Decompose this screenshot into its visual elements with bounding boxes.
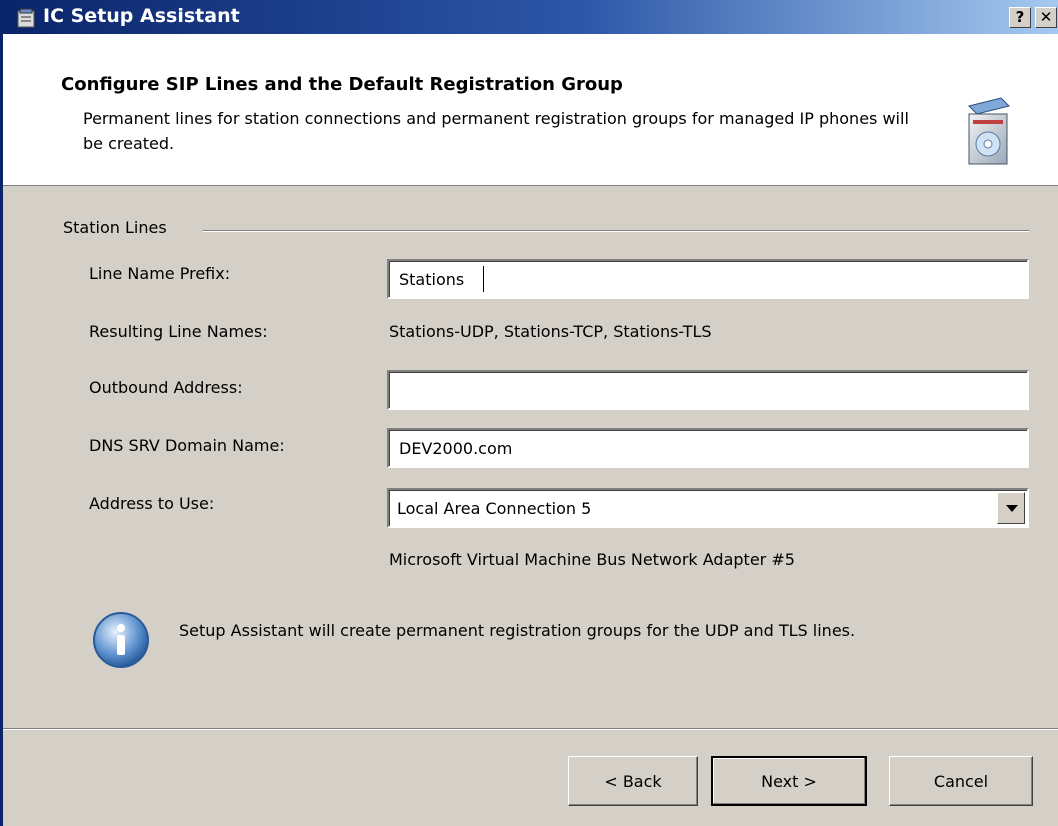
address-selected-value: Local Area Connection 5 bbox=[397, 499, 592, 518]
line-name-prefix-label: Line Name Prefix: bbox=[89, 264, 231, 283]
setup-assistant-app-icon bbox=[17, 8, 35, 28]
window-title: IC Setup Assistant bbox=[43, 5, 240, 27]
dropdown-arrow-button[interactable] bbox=[997, 492, 1025, 524]
page-description: Permanent lines for station connections … bbox=[83, 109, 909, 153]
wizard-header: Configure SIP Lines and the Default Regi… bbox=[3, 34, 1058, 186]
help-button[interactable]: ? bbox=[1009, 7, 1031, 28]
setup-assistant-window: IC Setup Assistant ? ✕ Configure SIP Lin… bbox=[0, 0, 1058, 826]
station-lines-group-label: Station Lines bbox=[63, 218, 167, 237]
dns-srv-domain-label: DNS SRV Domain Name: bbox=[89, 436, 285, 455]
resulting-line-names-value: Stations-UDP, Stations-TCP, Stations-TLS bbox=[389, 322, 712, 341]
text-caret bbox=[483, 266, 484, 292]
address-to-use-label: Address to Use: bbox=[89, 494, 215, 513]
close-button[interactable]: ✕ bbox=[1035, 7, 1057, 28]
group-divider bbox=[203, 230, 1029, 232]
next-button[interactable]: Next > bbox=[711, 756, 867, 806]
outbound-address-input[interactable] bbox=[387, 370, 1029, 410]
resulting-line-names-label: Resulting Line Names: bbox=[89, 322, 268, 341]
footer-divider bbox=[3, 728, 1058, 730]
info-message: Setup Assistant will create permanent re… bbox=[179, 621, 856, 640]
setup-wizard-icon bbox=[961, 96, 1015, 168]
chevron-down-icon bbox=[1006, 505, 1018, 512]
address-to-use-dropdown[interactable]: Local Area Connection 5 bbox=[387, 488, 1029, 528]
info-icon bbox=[91, 610, 151, 670]
back-button[interactable]: < Back bbox=[568, 756, 698, 806]
network-adapter-name: Microsoft Virtual Machine Bus Network Ad… bbox=[389, 550, 795, 569]
page-title: Configure SIP Lines and the Default Regi… bbox=[61, 74, 623, 95]
title-bar[interactable]: IC Setup Assistant ? ✕ bbox=[3, 0, 1058, 34]
cancel-button[interactable]: Cancel bbox=[889, 756, 1033, 806]
dns-srv-domain-input[interactable] bbox=[387, 428, 1029, 468]
outbound-address-label: Outbound Address: bbox=[89, 378, 243, 397]
